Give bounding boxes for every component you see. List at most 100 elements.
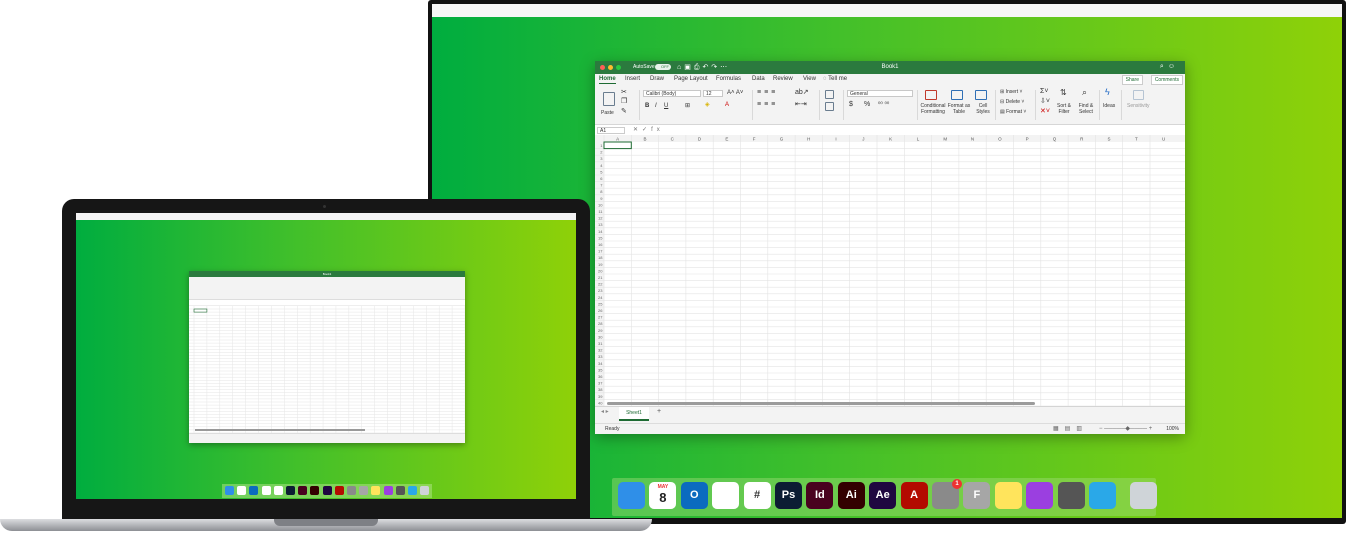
view-buttons[interactable]: ▦▤▥ <box>1053 425 1088 432</box>
name-box[interactable]: A1 <box>597 127 625 134</box>
cell-grid[interactable]: A B C D E F G H I J K L M N O P Q R S T U1234567891011121314… <box>595 135 1185 407</box>
cell-styles-label[interactable]: Cell Styles <box>975 103 991 115</box>
format-cells-button[interactable]: ▤ Format ˅ <box>1000 109 1026 115</box>
laptop-podcasts-icon[interactable] <box>383 486 393 495</box>
wrap-text-icon[interactable] <box>825 90 834 99</box>
photoshop-icon[interactable]: Ps <box>775 482 802 509</box>
column-header[interactable]: I <box>835 137 836 142</box>
screen-recorder-icon[interactable] <box>1089 482 1116 509</box>
bold-button[interactable]: B <box>645 103 649 109</box>
row-header[interactable]: 15 <box>598 235 603 240</box>
laptop-calendar-icon[interactable] <box>237 486 247 495</box>
column-header[interactable]: P <box>1026 137 1029 142</box>
row-header[interactable]: 12 <box>598 216 603 221</box>
row-header[interactable]: 20 <box>598 268 603 273</box>
outlook-icon[interactable]: O <box>680 482 708 509</box>
font-color-icon[interactable]: A <box>725 102 729 108</box>
laptop-font-book-icon[interactable] <box>359 486 369 495</box>
align-top-icon[interactable]: ≡≡≡ <box>757 89 778 96</box>
row-header[interactable]: 39 <box>598 394 603 399</box>
tab-page-layout[interactable]: Page Layout <box>674 76 708 82</box>
active-cell[interactable] <box>603 141 632 150</box>
podcasts-icon[interactable] <box>1026 482 1054 509</box>
column-header[interactable]: O <box>998 137 1002 142</box>
underline-button[interactable]: U <box>664 103 668 109</box>
decimal-icon[interactable]: ⁰⁰ ⁰⁰ <box>878 102 889 108</box>
laptop-finder-icon[interactable] <box>225 486 234 495</box>
row-header[interactable]: 24 <box>598 295 603 300</box>
paste-icon[interactable] <box>603 92 615 106</box>
calculator-icon[interactable] <box>1057 482 1085 509</box>
insert-cells-button[interactable]: ⊞ Insert ˅ <box>1000 89 1022 95</box>
comments-button[interactable]: Comments <box>1150 75 1183 85</box>
row-header[interactable]: 10 <box>598 202 603 207</box>
calendar-icon[interactable]: MAY 8 <box>649 482 677 509</box>
laptop-indesign-icon[interactable] <box>298 486 308 495</box>
column-header[interactable]: M <box>943 137 947 142</box>
copy-icon[interactable]: ❐ <box>621 98 627 105</box>
conditional-formatting-icon[interactable] <box>925 90 937 100</box>
tab-review[interactable]: Review <box>773 76 793 82</box>
sort-filter-label[interactable]: Sort & Filter <box>1055 103 1073 115</box>
find-select-icon[interactable]: ⌕ <box>1082 88 1087 97</box>
column-header[interactable]: S <box>1108 137 1111 142</box>
row-header[interactable]: 22 <box>598 282 603 287</box>
laptop-notes-icon[interactable] <box>371 486 381 495</box>
font-size-select[interactable]: 12 <box>703 90 723 97</box>
add-sheet-button[interactable]: + <box>657 408 661 415</box>
tab-home[interactable]: Home <box>599 76 616 84</box>
trash-icon[interactable] <box>1130 482 1157 509</box>
ideas-icon[interactable]: ϟ <box>1105 88 1110 97</box>
increase-font-icon[interactable]: A˄ A˅ <box>727 90 743 96</box>
merge-center-icon[interactable] <box>825 102 834 111</box>
illustrator-icon[interactable]: Ai <box>837 482 865 509</box>
align-left-icon[interactable]: ≡≡≡ <box>757 101 778 108</box>
row-header[interactable]: 34 <box>598 361 603 366</box>
acrobat-icon[interactable]: A <box>900 482 928 509</box>
column-header[interactable]: F <box>753 137 756 142</box>
laptop-slack-icon[interactable] <box>273 486 283 495</box>
laptop-screen-recorder-icon[interactable] <box>408 486 417 495</box>
tab-formulas[interactable]: Formulas <box>716 76 741 82</box>
tell-me-search[interactable]: ◌ Tell me <box>823 76 847 82</box>
column-header[interactable]: Q <box>1053 137 1057 142</box>
column-header[interactable]: T <box>1135 137 1138 142</box>
indent-icon[interactable]: ⇤⇥ <box>795 101 807 108</box>
tab-draw[interactable]: Draw <box>650 76 664 82</box>
search-icon[interactable]: ⌕☺ <box>1160 63 1179 71</box>
column-header[interactable]: N <box>971 137 974 142</box>
formula-controls[interactable]: ✕✓fx <box>633 126 664 133</box>
finder-icon[interactable] <box>618 482 645 509</box>
row-header[interactable]: 13 <box>598 222 603 227</box>
zoom-slider[interactable]: − ─────◆──── + <box>1099 425 1152 432</box>
row-header[interactable]: 27 <box>598 315 603 320</box>
horizontal-scrollbar[interactable] <box>607 402 1035 405</box>
tab-insert[interactable]: Insert <box>625 76 640 82</box>
format-as-table-label[interactable]: Format as Table <box>947 103 971 115</box>
conditional-formatting-label[interactable]: Conditional Formatting <box>919 103 947 115</box>
column-header[interactable]: H <box>807 137 810 142</box>
indesign-icon[interactable]: Id <box>806 482 834 509</box>
row-header[interactable]: 16 <box>598 242 603 247</box>
row-header[interactable]: 26 <box>598 308 603 313</box>
cell-styles-icon[interactable] <box>975 90 987 100</box>
italic-button[interactable]: I <box>655 103 657 109</box>
fill-color-icon[interactable]: ◈ <box>705 102 710 108</box>
laptop-system-preferences-icon[interactable] <box>347 486 356 495</box>
laptop-acrobat-icon[interactable] <box>334 486 344 495</box>
column-header[interactable]: E <box>725 137 728 142</box>
laptop-photoshop-icon[interactable] <box>286 486 295 495</box>
laptop-chrome-icon[interactable] <box>261 486 271 495</box>
row-header[interactable]: 28 <box>598 321 603 326</box>
autosum-icon[interactable]: Σ˅ <box>1040 88 1048 95</box>
tab-data[interactable]: Data <box>752 76 765 82</box>
row-header[interactable]: 38 <box>598 387 603 392</box>
cut-icon[interactable]: ✂ <box>621 89 627 96</box>
currency-button[interactable]: $ <box>849 101 853 108</box>
borders-icon[interactable]: ⊞ <box>685 103 690 109</box>
column-header[interactable]: K <box>889 137 892 142</box>
laptop-outlook-icon[interactable] <box>249 486 259 495</box>
row-header[interactable]: 31 <box>598 341 603 346</box>
row-header[interactable]: 35 <box>598 367 603 372</box>
column-header[interactable]: A <box>616 137 619 142</box>
